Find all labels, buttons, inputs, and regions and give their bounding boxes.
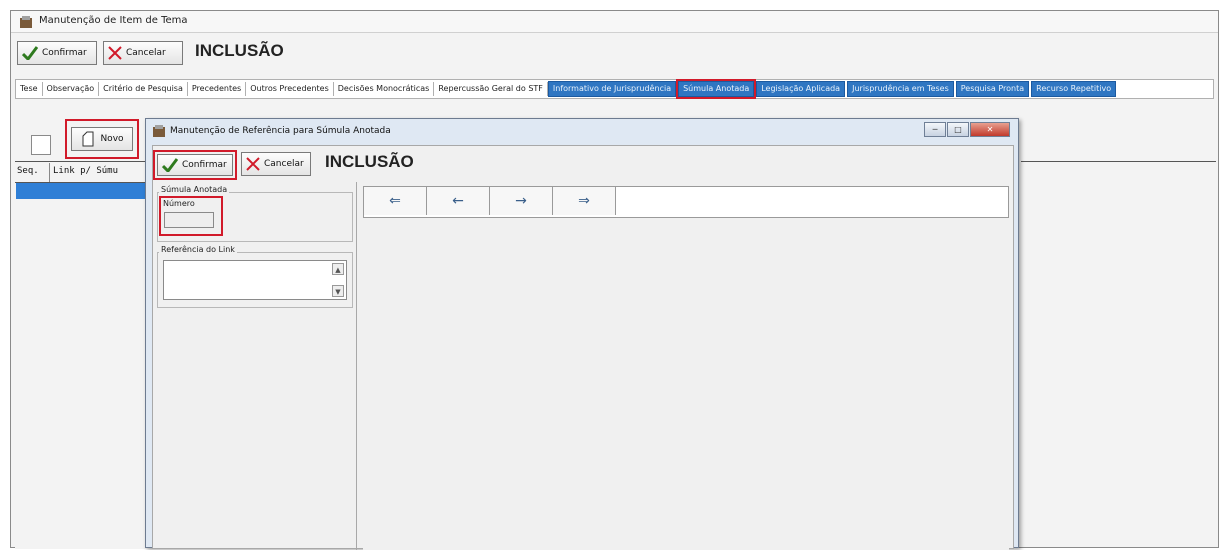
- dialog-cancel-button[interactable]: Cancelar: [241, 152, 311, 176]
- tab-pesquisa-pronta[interactable]: Pesquisa Pronta: [955, 81, 1030, 97]
- referencia-group-label: Referência do Link: [159, 245, 237, 254]
- cancel-button-label: Cancelar: [126, 48, 166, 58]
- tab-legislacao-aplicada[interactable]: Legislação Aplicada: [756, 81, 846, 97]
- close-window-icon: ✕: [986, 125, 994, 134]
- record-indicator-box: [31, 135, 51, 155]
- maximize-button[interactable]: □: [947, 122, 969, 137]
- first-record-button[interactable]: ⇐: [364, 187, 427, 215]
- main-window-title: Manutenção de Item de Tema: [39, 15, 188, 26]
- numero-input[interactable]: [164, 212, 214, 228]
- tab-observacao[interactable]: Observação: [43, 82, 100, 96]
- check-icon: [162, 158, 178, 172]
- grid-top-line: [15, 161, 151, 162]
- new-button[interactable]: Novo: [71, 127, 133, 151]
- main-title-bar: Manutenção de Item de Tema: [11, 11, 1218, 33]
- first-record-icon: ⇐: [389, 193, 401, 209]
- last-record-button[interactable]: ⇒: [553, 187, 616, 215]
- close-window-button[interactable]: ✕: [970, 122, 1010, 137]
- close-icon: [108, 46, 122, 60]
- dialog-confirm-highlight: Confirmar: [153, 150, 237, 180]
- tab-outros-precedentes[interactable]: Outros Precedentes: [246, 82, 334, 96]
- record-navigator: ⇐ ← → ⇒: [363, 186, 1009, 218]
- new-button-highlight: Novo: [65, 119, 139, 159]
- dialog-body: Confirmar Cancelar INCLUSÃO Súmula Anota…: [152, 145, 1014, 550]
- new-button-label: Novo: [100, 134, 124, 144]
- last-record-icon: ⇒: [578, 193, 590, 209]
- tab-precedentes[interactable]: Precedentes: [188, 82, 247, 96]
- next-record-button[interactable]: →: [490, 187, 553, 215]
- minimize-icon: ─: [932, 125, 938, 134]
- dialog-app-icon: [153, 125, 165, 137]
- confirm-button-label: Confirmar: [42, 48, 87, 58]
- mode-label: INCLUSÃO: [195, 41, 284, 60]
- dialog-confirm-button[interactable]: Confirmar: [157, 154, 233, 176]
- close-icon: [246, 157, 260, 171]
- detail-panel: [363, 220, 1009, 550]
- numero-highlight: Número: [159, 196, 223, 236]
- dialog-cancel-label: Cancelar: [264, 159, 304, 169]
- tab-jurisprudencia-em-teses[interactable]: Jurisprudência em Teses: [847, 81, 954, 97]
- cancel-button[interactable]: Cancelar: [103, 41, 183, 65]
- minimize-button[interactable]: ─: [924, 122, 946, 137]
- tab-strip: Tese Observação Critério de Pesquisa Preced…: [15, 79, 1214, 99]
- app-icon: [20, 16, 32, 28]
- new-document-icon: [82, 131, 94, 147]
- referencia-textarea[interactable]: [163, 260, 347, 300]
- reference-dialog: Manutenção de Referência para Súmula Ano…: [145, 118, 1019, 550]
- tab-tese[interactable]: Tese: [16, 82, 43, 96]
- tab-criterio-de-pesquisa[interactable]: Critério de Pesquisa: [99, 82, 188, 96]
- tab-recurso-repetitivo[interactable]: Recurso Repetitivo: [1031, 81, 1117, 97]
- dialog-mode-label: INCLUSÃO: [325, 152, 414, 171]
- numero-label: Número: [163, 199, 195, 208]
- grid-selected-row[interactable]: [16, 183, 150, 199]
- sumula-group-label: Súmula Anotada: [159, 185, 230, 194]
- previous-record-button[interactable]: ←: [427, 187, 490, 215]
- confirm-button[interactable]: Confirmar: [17, 41, 97, 65]
- tab-informativo-de-jurisprudencia[interactable]: Informativo de Jurisprudência: [547, 81, 677, 97]
- dialog-title: Manutenção de Referência para Súmula Ano…: [170, 126, 391, 136]
- grid-header-seq: Seq.: [17, 166, 39, 176]
- next-record-icon: →: [515, 193, 527, 209]
- right-grid-line: [1021, 161, 1216, 162]
- tab-repercussao-geral-do-stf[interactable]: Repercussão Geral do STF: [434, 82, 548, 96]
- maximize-icon: □: [954, 125, 962, 134]
- dialog-confirm-label: Confirmar: [182, 160, 227, 170]
- grid-header-link: Link p/ Súmu: [53, 166, 119, 176]
- previous-record-icon: ←: [452, 193, 464, 209]
- grid-header-divider: [49, 163, 50, 183]
- scroll-down-arrow-icon[interactable]: ▼: [332, 285, 344, 297]
- tab-sumula-anotada[interactable]: Súmula Anotada: [676, 79, 757, 99]
- check-icon: [22, 46, 38, 60]
- tab-decisoes-monocraticas[interactable]: Decisões Monocráticas: [334, 82, 435, 96]
- scroll-up-arrow-icon[interactable]: ▲: [332, 263, 344, 275]
